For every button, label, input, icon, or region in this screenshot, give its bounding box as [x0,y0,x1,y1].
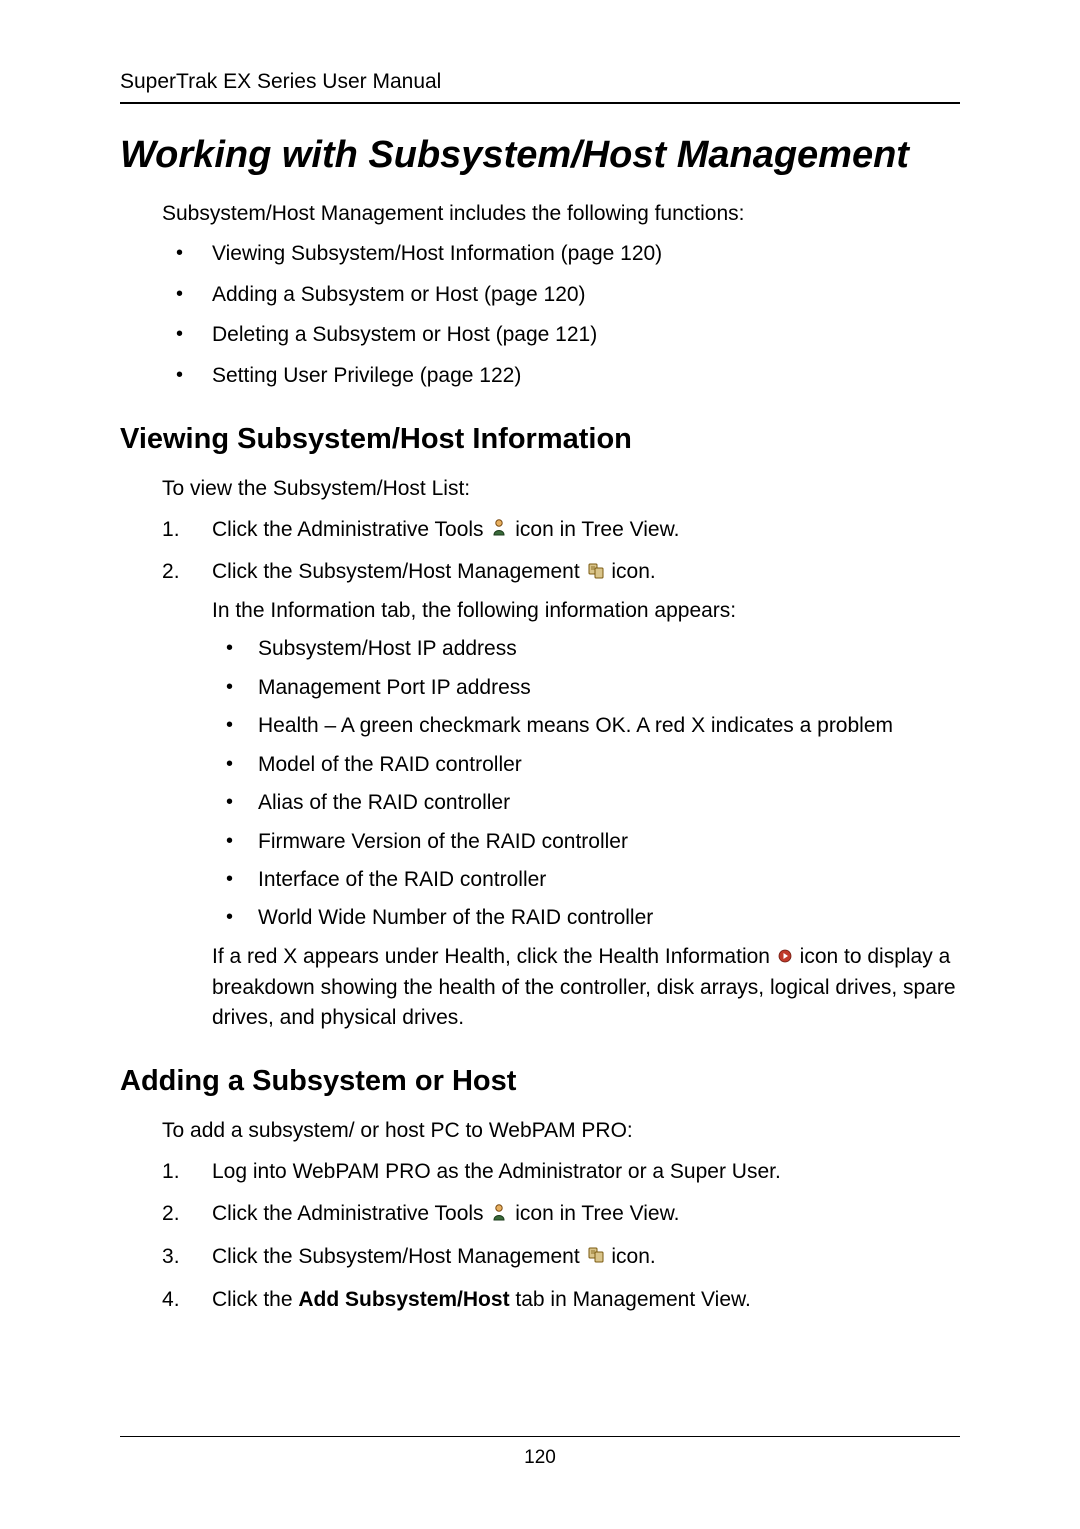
step4-bold: Add Subsystem/Host [298,1288,509,1311]
step-text-pre: Click the Subsystem/Host Management [212,1245,586,1268]
list-item: Subsystem/Host IP address [212,634,960,664]
step-text-post: tab in Management View. [515,1288,750,1311]
step-text-pre: Click the Administrative Tools [212,518,489,541]
page-footer: 120 [120,1436,960,1469]
list-item: Setting User Privilege (page 122) [162,361,960,391]
list-item: Management Port IP address [212,673,960,703]
subsystem-host-icon [588,1242,604,1272]
health-info-icon [778,942,792,972]
section2-lead: To add a subsystem/ or host PC to WebPAM… [162,1116,960,1146]
list-item: Alias of the RAID controller [212,788,960,818]
list-item: Health – A green checkmark means OK. A r… [212,711,960,741]
section1-steps: Click the Administrative Tools icon in T… [162,515,960,1034]
section1-heading: Viewing Subsystem/Host Information [120,423,960,456]
step2-info: In the Information tab, the following in… [212,596,960,626]
list-item: Click the Subsystem/Host Management icon… [162,557,960,1033]
section2-heading: Adding a Subsystem or Host [120,1065,960,1098]
list-item: Click the Administrative Tools icon in T… [162,1199,960,1230]
section1-lead: To view the Subsystem/Host List: [162,474,960,504]
section1-tail: If a red X appears under Health, click t… [212,942,960,1034]
admin-tools-icon [491,1200,507,1230]
admin-tools-icon [491,515,507,545]
step-text-post: icon in Tree View. [515,518,679,541]
step-text-post: icon in Tree View. [515,1202,679,1225]
list-item: Viewing Subsystem/Host Information (page… [162,239,960,269]
page-number: 120 [524,1447,556,1468]
step-text-pre: Click the Subsystem/Host Management [212,560,586,583]
list-item: Log into WebPAM PRO as the Administrator… [162,1157,960,1187]
page-container: SuperTrak EX Series User Manual Working … [0,0,1080,1367]
subsystem-host-icon [588,558,604,588]
step-text-pre: Click the [212,1288,298,1311]
list-item: Click the Administrative Tools icon in T… [162,515,960,546]
list-item: Interface of the RAID controller [212,865,960,895]
list-item: Model of the RAID controller [212,750,960,780]
list-item: Adding a Subsystem or Host (page 120) [162,280,960,310]
list-item: Firmware Version of the RAID controller [212,827,960,857]
step-text-pre: Click the Administrative Tools [212,1202,489,1225]
list-item: World Wide Number of the RAID controller [212,903,960,933]
section2-steps: Log into WebPAM PRO as the Administrator… [162,1157,960,1315]
list-item: Click the Subsystem/Host Management icon… [162,1242,960,1273]
tail-pre: If a red X appears under Health, click t… [212,945,776,968]
list-item: Deleting a Subsystem or Host (page 121) [162,320,960,350]
intro-bullet-list: Viewing Subsystem/Host Information (page… [162,239,960,391]
page-header: SuperTrak EX Series User Manual [120,70,960,104]
info-bullet-list: Subsystem/Host IP address Management Por… [212,634,960,934]
intro-text: Subsystem/Host Management includes the f… [162,199,960,229]
step-text-post: icon. [611,1245,655,1268]
manual-title: SuperTrak EX Series User Manual [120,70,960,94]
list-item: Click the Add Subsystem/Host tab in Mana… [162,1285,960,1315]
step-text-post: icon. [611,560,655,583]
main-heading: Working with Subsystem/Host Management [120,134,960,177]
